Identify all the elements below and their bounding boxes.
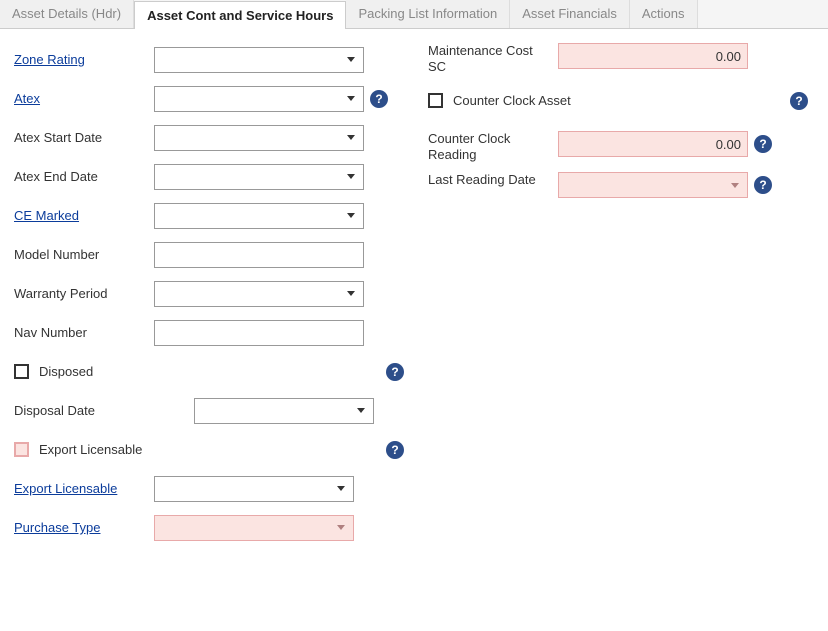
model-number-input[interactable]	[154, 242, 364, 268]
maintenance-cost-label: Maintenance Cost SC	[428, 43, 558, 74]
ce-marked-combo[interactable]	[154, 203, 364, 229]
tab-asset-details[interactable]: Asset Details (Hdr)	[0, 0, 134, 28]
disposal-date-combo[interactable]	[194, 398, 374, 424]
ce-marked-label[interactable]: CE Marked	[14, 208, 154, 223]
chevron-down-icon	[337, 525, 345, 530]
tab-asset-financials[interactable]: Asset Financials	[510, 0, 630, 28]
chevron-down-icon	[347, 213, 355, 218]
atex-start-label: Atex Start Date	[14, 130, 154, 145]
export-licensable-label[interactable]: Export Licensable	[14, 481, 154, 496]
chevron-down-icon	[357, 408, 365, 413]
chevron-down-icon	[347, 174, 355, 179]
warranty-period-label: Warranty Period	[14, 286, 154, 301]
counter-clock-asset-label: Counter Clock Asset	[453, 93, 571, 108]
right-column: Maintenance Cost SC 0.00 Counter Clock A…	[428, 43, 808, 550]
chevron-down-icon	[347, 57, 355, 62]
model-number-label: Model Number	[14, 247, 154, 262]
help-icon[interactable]: ?	[754, 176, 772, 194]
counter-clock-reading-field[interactable]: 0.00	[558, 131, 748, 157]
chevron-down-icon	[731, 183, 739, 188]
atex-label[interactable]: Atex	[14, 91, 154, 106]
disposed-label: Disposed	[39, 364, 93, 379]
atex-start-date[interactable]	[154, 125, 364, 151]
export-licensable-chk-label: Export Licensable	[39, 442, 142, 457]
purchase-type-combo[interactable]	[154, 515, 354, 541]
last-reading-date-label: Last Reading Date	[428, 172, 558, 188]
maintenance-cost-field[interactable]: 0.00	[558, 43, 748, 69]
help-icon[interactable]: ?	[386, 363, 404, 381]
help-icon[interactable]: ?	[386, 441, 404, 459]
tab-packing-list[interactable]: Packing List Information	[346, 0, 510, 28]
export-licensable-combo[interactable]	[154, 476, 354, 502]
purchase-type-label[interactable]: Purchase Type	[14, 520, 154, 535]
zone-rating-combo[interactable]	[154, 47, 364, 73]
disposal-date-label: Disposal Date	[14, 403, 154, 418]
counter-clock-reading-label: Counter Clock Reading	[428, 131, 558, 162]
chevron-down-icon	[347, 96, 355, 101]
disposed-checkbox[interactable]	[14, 364, 29, 379]
help-icon[interactable]: ?	[754, 135, 772, 153]
left-column: Zone Rating Atex ? Atex Start Date Atex …	[14, 43, 404, 550]
chevron-down-icon	[347, 291, 355, 296]
tab-bar: Asset Details (Hdr) Asset Cont and Servi…	[0, 0, 828, 29]
counter-clock-asset-checkbox[interactable]	[428, 93, 443, 108]
chevron-down-icon	[337, 486, 345, 491]
warranty-period-combo[interactable]	[154, 281, 364, 307]
atex-combo[interactable]	[154, 86, 364, 112]
atex-end-date[interactable]	[154, 164, 364, 190]
zone-rating-label[interactable]: Zone Rating	[14, 52, 154, 67]
export-licensable-checkbox[interactable]	[14, 442, 29, 457]
tab-actions[interactable]: Actions	[630, 0, 698, 28]
atex-end-label: Atex End Date	[14, 169, 154, 184]
last-reading-date-combo[interactable]	[558, 172, 748, 198]
help-icon[interactable]: ?	[370, 90, 388, 108]
nav-number-label: Nav Number	[14, 325, 154, 340]
tab-asset-cont[interactable]: Asset Cont and Service Hours	[134, 1, 346, 29]
tab-content: Zone Rating Atex ? Atex Start Date Atex …	[0, 29, 828, 564]
nav-number-input[interactable]	[154, 320, 364, 346]
chevron-down-icon	[347, 135, 355, 140]
help-icon[interactable]: ?	[790, 92, 808, 110]
